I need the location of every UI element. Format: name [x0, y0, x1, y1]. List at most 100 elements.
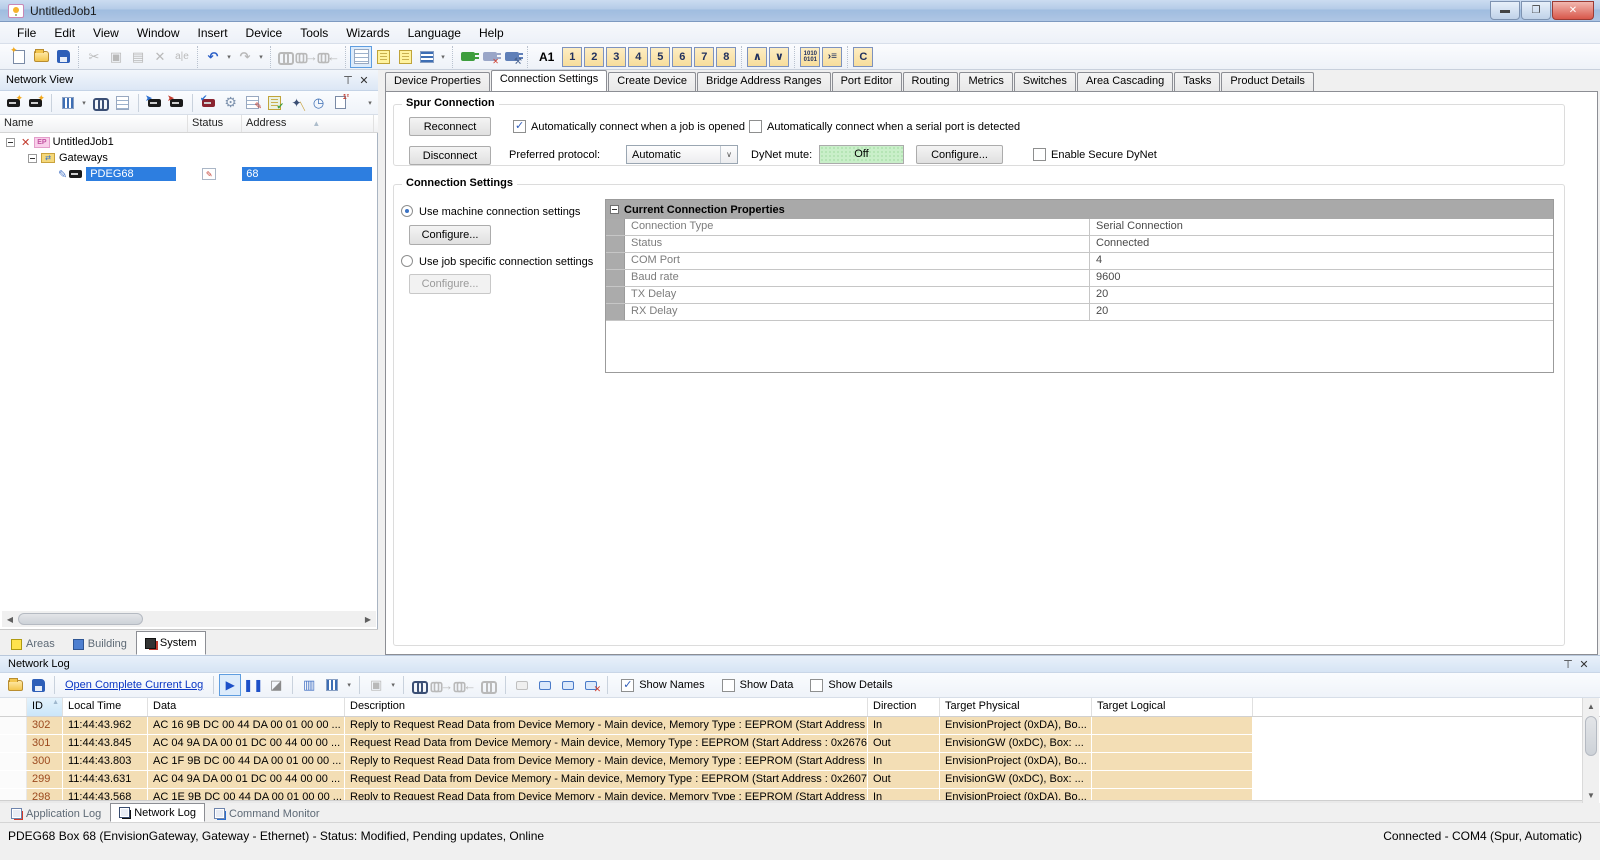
preset-2-button[interactable]: 2: [584, 47, 604, 67]
collapse-icon[interactable]: [6, 138, 15, 147]
checkbox-icon[interactable]: [722, 679, 735, 692]
columns-icon[interactable]: [58, 93, 77, 112]
preset-1-button[interactable]: 1: [562, 47, 582, 67]
radio-selected-icon[interactable]: [401, 205, 413, 217]
layout-dropdown-icon[interactable]: ▾: [439, 53, 447, 61]
close-button[interactable]: ✕: [1552, 1, 1594, 20]
scroll-down-icon[interactable]: ▼: [1583, 787, 1599, 803]
tab-product-details[interactable]: Product Details: [1221, 72, 1314, 91]
device-status-edit-icon[interactable]: ✎: [202, 168, 216, 180]
log-row[interactable]: 30011:44:43.803AC 1F 9B DC 00 44 DA 00 0…: [0, 753, 1600, 771]
preset-6-button[interactable]: 6: [672, 47, 692, 67]
pin-icon[interactable]: ⊤: [340, 73, 356, 87]
vertical-scrollbar[interactable]: ▲ ▼: [1582, 698, 1599, 803]
tab-device-properties[interactable]: Device Properties: [385, 72, 490, 91]
preferred-protocol-select[interactable]: Automatic ∨: [626, 145, 738, 164]
tab-switches[interactable]: Switches: [1014, 72, 1076, 91]
copy-log-icon[interactable]: ▣: [366, 675, 386, 695]
tree-root-label[interactable]: UntitledJob1: [53, 136, 114, 148]
auto-connect-job-checkbox[interactable]: Automatically connect when a job is open…: [513, 120, 745, 133]
property-row[interactable]: Connection TypeSerial Connection: [606, 219, 1553, 236]
reconnect-button[interactable]: Reconnect: [409, 117, 491, 136]
find-log-icon[interactable]: [410, 675, 430, 695]
task-list-button[interactable]: ›≡: [822, 47, 842, 67]
property-row[interactable]: TX Delay20: [606, 287, 1553, 304]
menu-view[interactable]: View: [84, 23, 128, 43]
configure-job-button[interactable]: Configure...: [409, 274, 491, 294]
preset-7-button[interactable]: 7: [694, 47, 714, 67]
use-job-settings-radio[interactable]: Use job specific connection settings: [401, 255, 593, 268]
find-icon[interactable]: [276, 47, 296, 67]
settings-gear-icon[interactable]: ⚙: [221, 93, 240, 112]
add-device-icon[interactable]: ✦: [4, 93, 23, 112]
find-previous-icon[interactable]: ←: [456, 675, 476, 695]
verify-icon[interactable]: ✔: [265, 93, 284, 112]
restore-button[interactable]: ❐: [1521, 1, 1551, 20]
find-next-icon[interactable]: →: [433, 675, 453, 695]
log-column-target-physical[interactable]: Target Physical: [940, 698, 1092, 716]
menu-file[interactable]: File: [8, 23, 45, 43]
log-columns-icon[interactable]: [322, 675, 342, 695]
copy-icon[interactable]: ▣: [106, 47, 126, 67]
find-device-icon[interactable]: [91, 93, 110, 112]
close-icon[interactable]: ✕: [1576, 657, 1592, 671]
preset-8-button[interactable]: 8: [716, 47, 736, 67]
scroll-left-icon[interactable]: ◀: [2, 611, 18, 627]
property-row[interactable]: RX Delay20: [606, 304, 1553, 321]
disconnect-button[interactable]: Disconnect: [409, 146, 491, 165]
save-icon[interactable]: [53, 47, 73, 67]
show-data-checkbox[interactable]: Show Data: [722, 679, 794, 692]
log-row[interactable]: 30211:44:43.962AC 16 9B DC 00 44 DA 00 0…: [0, 717, 1600, 735]
device-name-selected[interactable]: PDEG68: [86, 167, 176, 181]
tab-command-monitor[interactable]: Command Monitor: [205, 805, 328, 822]
redo-icon[interactable]: ↷: [235, 47, 255, 67]
cut-icon[interactable]: ✂: [84, 47, 104, 67]
delete-icon[interactable]: ✕: [150, 47, 170, 67]
radio-icon[interactable]: [401, 255, 413, 267]
find-previous-icon[interactable]: ←: [320, 47, 340, 67]
message-filter-in-icon[interactable]: [535, 675, 555, 695]
checkbox-icon[interactable]: [1033, 148, 1046, 161]
columns-dropdown-icon[interactable]: ▾: [345, 681, 353, 689]
tab-building[interactable]: Building: [64, 633, 136, 655]
pause-button[interactable]: ❚❚: [243, 675, 263, 695]
checkbox-icon[interactable]: [810, 679, 823, 692]
auto-connect-serial-checkbox[interactable]: Automatically connect when a serial port…: [749, 120, 1020, 133]
tab-network-log[interactable]: Network Log: [110, 803, 205, 822]
find-next-icon[interactable]: →: [298, 47, 318, 67]
close-icon[interactable]: ✕: [356, 73, 372, 87]
column-header-name[interactable]: Name: [0, 115, 188, 132]
clear-button[interactable]: C: [853, 47, 873, 67]
menu-help[interactable]: Help: [470, 23, 513, 43]
preset-up-button[interactable]: ∧: [747, 47, 767, 67]
log-panel-icon[interactable]: [395, 47, 415, 67]
menu-tools[interactable]: Tools: [291, 23, 337, 43]
properties-panel-icon[interactable]: [373, 47, 393, 67]
menu-language[interactable]: Language: [399, 23, 470, 43]
preset-5-button[interactable]: 5: [650, 47, 670, 67]
clear-log-icon[interactable]: ◪: [266, 675, 286, 695]
pin-icon[interactable]: ⊤: [1560, 657, 1576, 671]
log-column-direction[interactable]: Direction: [868, 698, 940, 716]
tab-metrics[interactable]: Metrics: [959, 72, 1012, 91]
redo-dropdown-icon[interactable]: ▾: [257, 53, 265, 61]
show-names-checkbox[interactable]: Show Names: [621, 679, 704, 692]
preset-3-button[interactable]: 3: [606, 47, 626, 67]
collapse-icon[interactable]: [28, 154, 37, 163]
tree-row-root[interactable]: ✕ EP UntitledJob1: [0, 134, 378, 150]
open-job-icon[interactable]: [31, 47, 51, 67]
raw-dynet-button[interactable]: 10100101: [800, 47, 820, 67]
undo-dropdown-icon[interactable]: ▾: [225, 53, 233, 61]
use-machine-settings-radio[interactable]: Use machine connection settings: [401, 205, 580, 218]
preset-down-button[interactable]: ∨: [769, 47, 789, 67]
open-complete-log-link[interactable]: Open Complete Current Log: [61, 679, 207, 691]
scrollbar-thumb[interactable]: [18, 613, 143, 625]
tree-row-device[interactable]: ✎ PDEG68 ✎ 68: [0, 166, 378, 182]
chart-icon[interactable]: ▥: [299, 675, 319, 695]
tab-areas[interactable]: Areas: [2, 633, 64, 655]
minimize-button[interactable]: ▬: [1490, 1, 1520, 20]
column-header-status[interactable]: Status: [188, 115, 242, 132]
scrollbar-thumb[interactable]: [1585, 716, 1597, 756]
play-button[interactable]: ▶: [220, 675, 240, 695]
menu-edit[interactable]: Edit: [45, 23, 84, 43]
